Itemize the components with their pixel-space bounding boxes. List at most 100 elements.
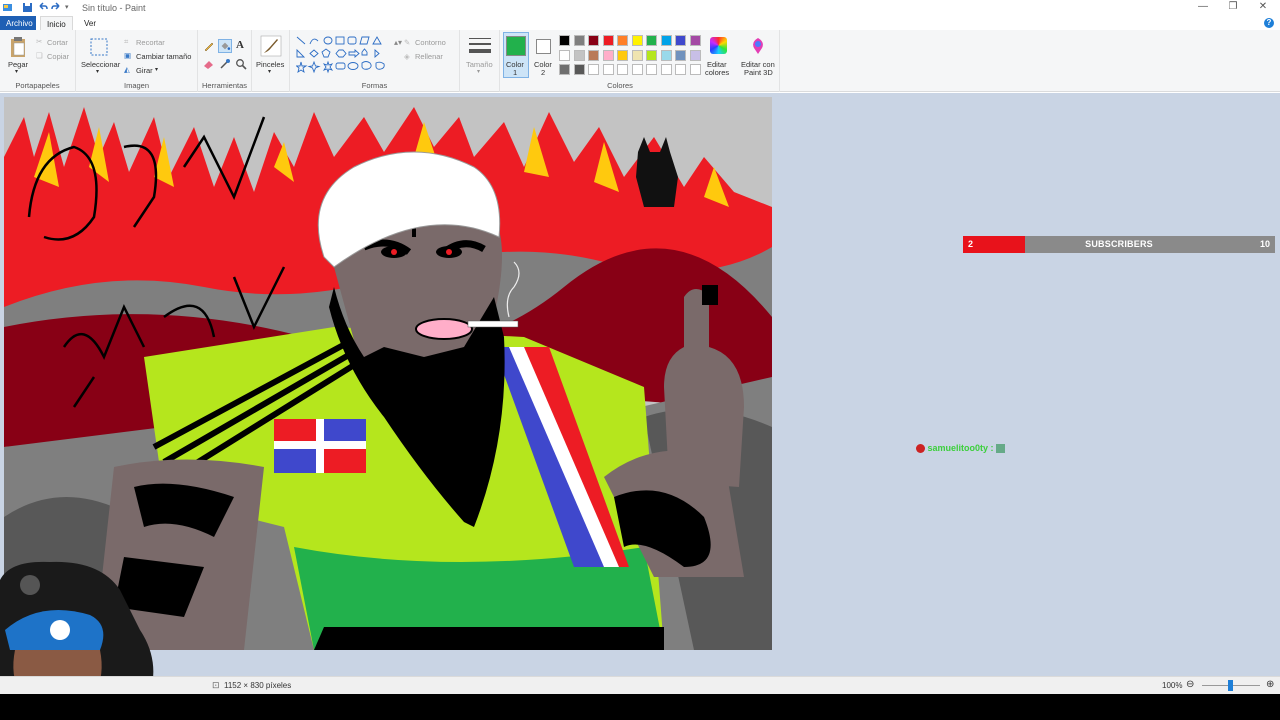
help-icon[interactable]: ?	[1264, 18, 1274, 28]
palette-swatch[interactable]	[573, 49, 585, 61]
palette-swatch[interactable]	[602, 64, 614, 75]
paint3d-button-line2[interactable]: Paint 3D	[744, 68, 773, 77]
zoom-level: 100%	[1162, 681, 1183, 690]
palette-swatch[interactable]	[617, 49, 628, 61]
size-dropdown-icon[interactable]: ▾	[477, 68, 480, 75]
window-title: Sin título - Paint	[82, 3, 146, 13]
tools-group-label: Herramientas	[201, 81, 247, 90]
canvas-area: 2 SUBSCRIBERS 10 samuelitoo0ty :	[0, 93, 1280, 676]
paste-dropdown-icon[interactable]: ▾	[15, 68, 18, 75]
tools-group: A Herramientas	[198, 30, 252, 92]
resize-button[interactable]: Cambiar tamaño	[136, 52, 191, 61]
rotate-button[interactable]: Girar	[136, 66, 153, 75]
outline-button[interactable]: Contorno	[415, 38, 446, 47]
palette-swatch[interactable]	[617, 35, 628, 46]
fill-shape-button[interactable]: Rellenar	[415, 52, 443, 61]
palette-swatch[interactable]	[675, 64, 686, 75]
clipboard-group-label: Portapapeles	[15, 81, 60, 90]
undo-icon[interactable]	[37, 2, 48, 13]
right-pupil	[446, 249, 452, 255]
palette-swatch[interactable]	[602, 49, 614, 61]
brushes-group: Pinceles ▾	[252, 30, 290, 92]
palette-swatch[interactable]	[559, 49, 570, 61]
color2-swatch[interactable]	[536, 39, 551, 54]
paste-icon[interactable]	[9, 36, 27, 58]
save-icon[interactable]	[22, 2, 33, 13]
palette-swatch[interactable]	[646, 64, 657, 75]
palette-swatch[interactable]	[588, 35, 599, 46]
text-icon[interactable]: A	[236, 39, 244, 51]
magnifier-icon[interactable]	[235, 58, 247, 70]
tab-inicio[interactable]: Inicio	[40, 16, 73, 30]
brush-icon[interactable]	[260, 35, 282, 57]
palette-swatch[interactable]	[559, 64, 570, 75]
zoom-out-button[interactable]: ⊖	[1186, 679, 1194, 690]
shapes-scroll-icon[interactable]: ▴▾	[394, 38, 402, 47]
palette-swatch[interactable]	[660, 35, 672, 46]
subscriber-label: SUBSCRIBERS	[1085, 239, 1153, 249]
redo-icon[interactable]	[51, 2, 62, 13]
palette-swatch[interactable]	[689, 35, 701, 46]
zoom-in-button[interactable]: ⊕	[1266, 679, 1274, 690]
select-button[interactable]: Seleccionar	[81, 60, 120, 69]
crop-button[interactable]: Recortar	[136, 38, 165, 47]
edit-colors-button-line2[interactable]: colores	[705, 68, 729, 77]
fill-icon[interactable]	[218, 39, 232, 53]
title-bar: ▾ Sin título - Paint — ❐ ✕	[0, 0, 1280, 16]
tab-archivo[interactable]: Archivo	[0, 16, 36, 30]
minimize-button[interactable]: —	[1195, 1, 1211, 12]
palette-swatch[interactable]	[573, 35, 585, 46]
select-icon[interactable]	[90, 38, 108, 56]
palette-swatch[interactable]	[602, 35, 614, 46]
eraser-icon[interactable]	[203, 58, 215, 70]
palette-swatch[interactable]	[588, 64, 599, 75]
palette-swatch[interactable]	[631, 49, 643, 61]
tab-ver[interactable]: Ver	[78, 16, 102, 30]
edit-colors-icon[interactable]	[710, 37, 727, 54]
chair-logo	[20, 575, 40, 595]
palette-swatch[interactable]	[689, 49, 701, 61]
paint-window: ▾ Sin título - Paint — ❐ ✕ Archivo Inici…	[0, 0, 1280, 694]
shapes-gallery-icon[interactable]	[296, 36, 388, 76]
ribbon: Pegar ▾ ✂ Cortar ❏ Copiar Portapapeles S…	[0, 30, 1280, 92]
size-group: Tamaño ▾	[460, 30, 500, 92]
close-button[interactable]: ✕	[1255, 1, 1271, 12]
palette-swatch[interactable]	[646, 35, 657, 46]
palette-swatch[interactable]	[631, 35, 643, 46]
webcam-overlay	[0, 561, 154, 694]
colors-group: Color 1 Color 2 Editar colores Editar co…	[500, 30, 780, 92]
palette-swatch[interactable]	[689, 64, 701, 75]
palette-swatch[interactable]	[660, 49, 672, 61]
status-bar: ⊡ 1152 × 830 píxeles 100% ⊖ ⊕	[0, 676, 1280, 694]
palette-swatch[interactable]	[573, 64, 585, 75]
cut-button[interactable]: Cortar	[47, 38, 68, 47]
copy-button[interactable]: Copiar	[47, 52, 69, 61]
clipboard-group: Pegar ▾ ✂ Cortar ❏ Copiar Portapapeles	[0, 30, 76, 92]
letterbox-bar	[0, 694, 1280, 720]
quick-access-dropdown[interactable]: ▾	[65, 3, 76, 14]
palette-swatch[interactable]	[617, 64, 628, 75]
color-picker-icon[interactable]	[219, 58, 231, 70]
restore-button[interactable]: ❐	[1225, 1, 1241, 12]
palette-swatch[interactable]	[559, 35, 570, 46]
palette-swatch[interactable]	[675, 35, 686, 46]
canvas-size-icon: ⊡	[212, 680, 220, 690]
palette-swatch[interactable]	[675, 49, 686, 61]
shapes-group-label: Formas	[361, 81, 388, 90]
image-group-label: Imagen	[123, 81, 150, 90]
palette-swatch[interactable]	[646, 49, 657, 61]
palette-swatch[interactable]	[631, 64, 643, 75]
palette-swatch[interactable]	[588, 49, 599, 61]
left-pupil	[391, 249, 397, 255]
size-icon[interactable]	[468, 36, 492, 56]
subscriber-goal-count: 10	[1259, 239, 1270, 249]
zoom-slider-thumb[interactable]	[1228, 680, 1233, 691]
pencil-icon[interactable]	[203, 40, 215, 52]
select-dropdown-icon[interactable]: ▾	[96, 68, 99, 75]
brushes-dropdown-icon[interactable]: ▾	[268, 68, 271, 75]
paint3d-icon[interactable]	[750, 37, 766, 55]
rotate-dropdown-icon[interactable]: ▾	[155, 66, 158, 73]
palette-swatch[interactable]	[660, 64, 672, 75]
chat-message: samuelitoo0ty :	[916, 443, 1006, 454]
user-avatar-icon	[916, 444, 925, 454]
